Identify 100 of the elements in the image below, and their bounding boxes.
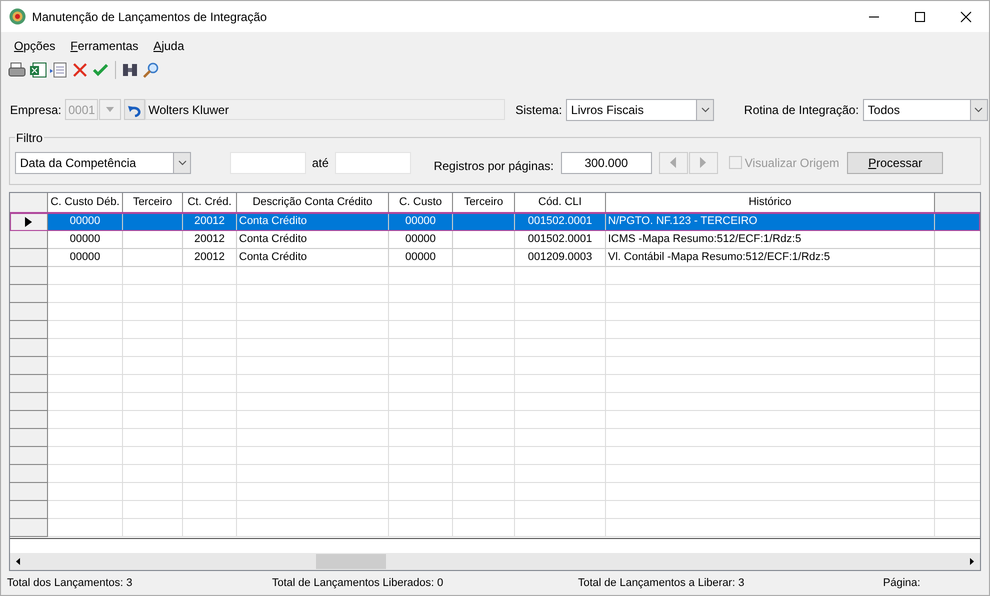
printer-icon[interactable]	[8, 62, 26, 78]
table-cell	[183, 357, 237, 376]
sistema-dropdown[interactable]: Livros Fiscais	[566, 98, 714, 121]
window-title: Manutenção de Lançamentos de Integração	[32, 8, 267, 26]
column-header[interactable]: Descrição Conta Crédito	[237, 193, 389, 214]
table-cell	[453, 303, 515, 322]
table-cell	[183, 375, 237, 394]
status-text: Total de Lançamentos a Liberar: 3	[578, 576, 746, 591]
previous-page-button[interactable]	[658, 152, 688, 174]
column-header[interactable]: Terceiro	[453, 193, 515, 214]
status-text: Total dos Lançamentos: 3	[7, 576, 134, 591]
table-cell	[389, 501, 453, 520]
table-cell	[123, 393, 183, 412]
table-cell	[123, 285, 183, 304]
table-cell	[389, 267, 453, 286]
undo-button[interactable]	[124, 99, 146, 120]
table-cell	[453, 285, 515, 304]
column-header[interactable]: C. Custo Déb.	[48, 193, 123, 214]
table-cell	[389, 339, 453, 358]
table-cell	[123, 339, 183, 358]
table-cell	[183, 339, 237, 358]
row-header[interactable]	[10, 213, 48, 232]
binoculars-icon[interactable]	[121, 62, 139, 78]
per-page-label: Registros por páginas:	[434, 158, 554, 175]
processar-button[interactable]: Processar	[847, 152, 944, 174]
menu-item[interactable]: Ferramentas	[70, 36, 138, 55]
table-cell	[183, 519, 237, 538]
document-icon[interactable]	[50, 62, 68, 78]
table-cell	[123, 375, 183, 394]
next-page-button[interactable]	[688, 152, 718, 174]
column-header[interactable]: Cód. CLI	[515, 193, 606, 214]
menu-item[interactable]: Ajuda	[153, 36, 184, 55]
table-cell	[389, 321, 453, 340]
table-row[interactable]: 00000 20012 Conta Crédito 00000 001209.0003 Vl. Contábil -Mapa Resumo:512/ECF:1/Rdz:5	[10, 249, 980, 268]
table-cell	[453, 501, 515, 520]
table-cell	[389, 411, 453, 430]
table-cell	[183, 321, 237, 340]
table-cell	[123, 321, 183, 340]
table-cell	[389, 447, 453, 466]
table-cell	[183, 393, 237, 412]
table-cell	[183, 465, 237, 484]
column-header[interactable]: Terceiro	[123, 193, 183, 214]
checkmark-icon[interactable]	[92, 62, 110, 78]
start-date-field[interactable]	[230, 152, 306, 174]
table-cell	[453, 249, 515, 268]
table-cell	[183, 501, 237, 520]
rotina-dropdown[interactable]: Todos	[862, 98, 988, 121]
table-cell	[453, 393, 515, 412]
right-triangle-icon	[700, 157, 706, 168]
table-cell	[389, 303, 453, 322]
table-cell	[453, 411, 515, 430]
table-cell	[453, 375, 515, 394]
rotina-label: Rotina de Integração:	[744, 102, 859, 119]
table-cell: 00000	[389, 249, 453, 268]
column-header[interactable]: Histórico	[606, 193, 935, 214]
spreadsheet-icon[interactable]	[29, 62, 47, 78]
scroll-thumb[interactable]	[316, 554, 386, 570]
sistema-label: Sistema:	[515, 102, 562, 119]
table-cell	[453, 483, 515, 502]
table-cell	[183, 285, 237, 304]
table-row[interactable]: 00000 20012 Conta Crédito 00000 001502.0001 ICMS -Mapa Resumo:512/ECF:1/Rdz:5	[10, 231, 980, 250]
table-cell	[123, 411, 183, 430]
table-cell	[123, 483, 183, 502]
menu-item[interactable]: Opções	[14, 36, 56, 55]
table-cell	[453, 519, 515, 538]
table-cell	[183, 303, 237, 322]
table-cell	[389, 483, 453, 502]
table-cell	[453, 465, 515, 484]
table-cell	[453, 267, 515, 286]
table-row[interactable]: 00000 20012 Conta Crédito 00000 001502.0001 N/PGTO. NF.123 - TERCEIRO	[10, 213, 980, 232]
table-cell	[123, 249, 183, 268]
end-date-field[interactable]	[334, 152, 411, 174]
until-label: até	[312, 154, 329, 172]
magnifier-icon[interactable]	[142, 62, 160, 78]
table-cell	[183, 483, 237, 502]
table-cell	[123, 429, 183, 448]
table-cell	[389, 465, 453, 484]
table-cell	[183, 429, 237, 448]
column-header[interactable]: C. Custo	[389, 193, 453, 214]
table-cell	[453, 321, 515, 340]
row-pointer-icon	[25, 216, 32, 227]
table-cell	[183, 267, 237, 286]
visualizar-label: Visualizar Origem	[744, 154, 840, 172]
table-cell: Vl. Contábil -Mapa Resumo:512/ECF:1/Rdz:5	[606, 249, 935, 268]
table-cell	[123, 519, 183, 538]
date-type-dropdown[interactable]: Data da Competência	[15, 152, 191, 174]
column-header[interactable]: Ct. Créd.	[183, 193, 237, 214]
horizontal-scrollbar[interactable]	[10, 553, 980, 570]
status-text: Total de Lançamentos Liberados: 0	[272, 576, 444, 591]
table-cell	[123, 303, 183, 322]
table-cell	[183, 447, 237, 466]
table-cell	[453, 357, 515, 376]
per-page-field[interactable]: 300.000	[560, 152, 652, 174]
table-cell	[453, 447, 515, 466]
table-cell	[453, 429, 515, 448]
company-name-field: Wolters Kluwer	[145, 99, 506, 120]
delete-icon[interactable]	[71, 62, 89, 78]
table-cell: 001209.0003	[515, 249, 606, 268]
empresa-label: Empresa:	[10, 102, 62, 119]
table-cell	[123, 267, 183, 286]
